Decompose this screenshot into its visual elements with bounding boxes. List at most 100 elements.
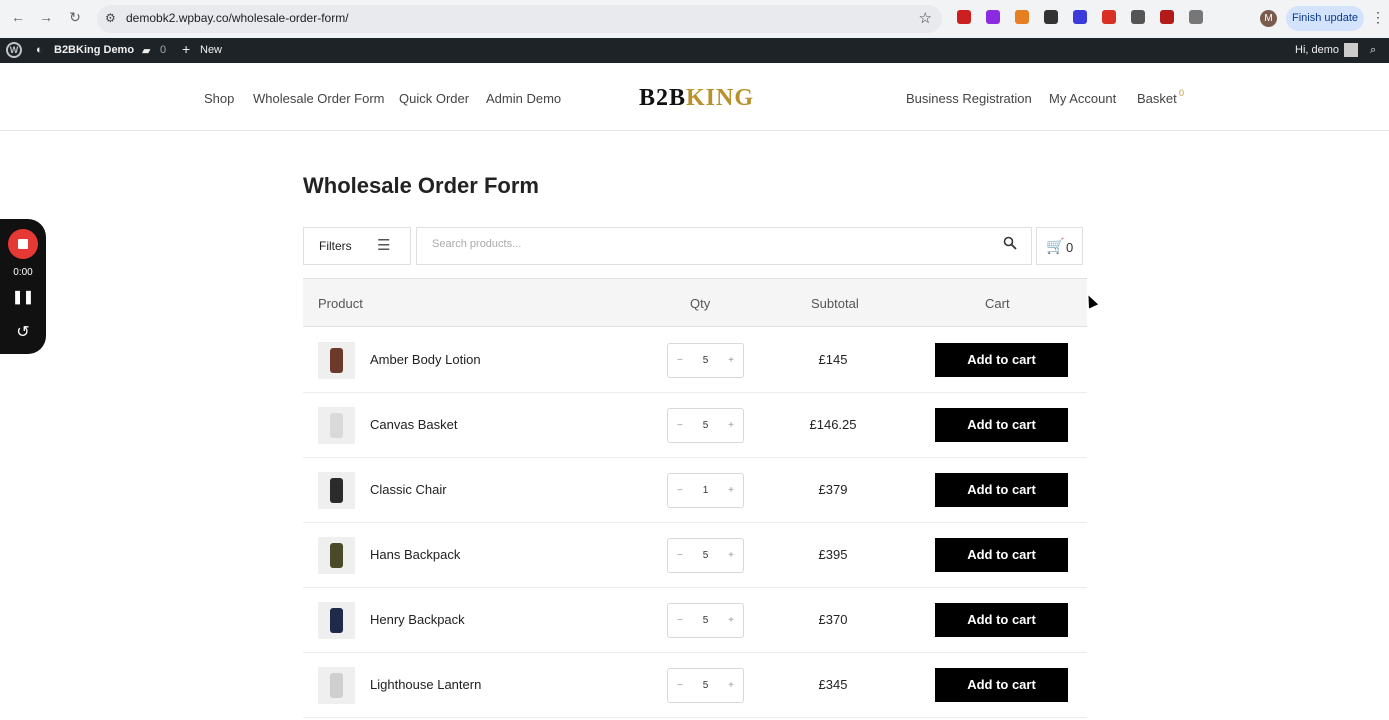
cart-icon: 🛒 [1046,238,1065,255]
reload-icon[interactable]: ↻ [65,9,85,26]
user-avatar[interactable] [1344,43,1358,57]
url-text[interactable]: demobk2.wpbay.co/wholesale-order-form/ [126,11,349,25]
product-thumbnail[interactable] [318,407,355,444]
nav-my-account[interactable]: My Account [1049,91,1116,106]
sliders-icon: ☰ [377,237,391,254]
crop-extension-icon[interactable] [1044,10,1058,24]
wp-admin-bar: W ◐ B2BKing Demo ▰ 0 + New Hi, demo ⌕ [0,38,1389,63]
pdf-extension-icon[interactable] [1160,10,1174,24]
qty-increase-button[interactable]: + [728,550,734,561]
bookmark-star-icon[interactable]: ☆ [919,9,932,27]
row-subtotal: £146.25 [809,417,857,432]
add-to-cart-button[interactable]: Add to cart [935,538,1068,572]
recording-timer: 0:00 [13,267,33,278]
qty-increase-button[interactable]: + [728,680,734,691]
sync-icon[interactable] [1232,10,1246,24]
add-to-cart-button[interactable]: Add to cart [935,668,1068,702]
row-subtotal: £395 [818,547,848,562]
header-subtotal: Subtotal [811,296,859,311]
profile-avatar[interactable]: M [1260,10,1277,27]
qty-increase-button[interactable]: + [728,615,734,626]
product-name[interactable]: Henry Backpack [370,612,465,627]
product-thumbnail[interactable] [318,667,355,704]
screen-recorder-widget: 0:00 ❚❚ ↺ [0,219,46,354]
product-name[interactable]: Classic Chair [370,482,447,497]
add-to-cart-button[interactable]: Add to cart [935,473,1068,507]
add-to-cart-button[interactable]: Add to cart [935,603,1068,637]
site-name-link[interactable]: B2BKing Demo [54,44,134,56]
site-logo[interactable]: B2BKING [639,85,754,112]
quantity-stepper[interactable]: −5 + [667,343,744,378]
header-product: Product [318,296,363,311]
product-name[interactable]: Amber Body Lotion [370,352,481,367]
table-header: Product Qty Subtotal Cart [303,278,1087,327]
table-row: Canvas Basket −5 + £146.25 Add to cart [303,393,1087,458]
quantity-stepper[interactable]: −5 + [667,603,744,638]
search-input[interactable] [432,238,972,250]
product-name[interactable]: Hans Backpack [370,547,460,562]
cookie-extension-icon[interactable] [1015,10,1029,24]
table-row: Henry Backpack −5 + £370 Add to cart [303,588,1087,653]
site-info-icon[interactable]: ⚙ [105,11,116,25]
quantity-stepper[interactable]: −5 + [667,408,744,443]
greeting-link[interactable]: Hi, demo [1295,44,1339,56]
header-qty: Qty [690,296,711,311]
product-name[interactable]: Canvas Basket [370,417,457,432]
row-subtotal: £379 [818,482,848,497]
qty-increase-button[interactable]: + [728,485,734,496]
site-header: Shop Wholesale Order Form Quick Order Ad… [0,63,1389,131]
logo-part-b2b: B2B [639,85,687,111]
qty-increase-button[interactable]: + [728,355,734,366]
finish-update-button[interactable]: Finish update [1286,6,1364,31]
puzzle-extensions-icon[interactable] [1189,10,1203,24]
pen-extension-icon[interactable] [986,10,1000,24]
opera-extension-icon[interactable] [957,10,971,24]
product-thumbnail[interactable] [318,537,355,574]
row-subtotal: £145 [818,352,848,367]
restart-icon[interactable]: ↺ [0,322,46,342]
add-to-cart-button[interactable]: Add to cart [935,343,1068,377]
product-name[interactable]: Lighthouse Lantern [370,677,481,692]
browser-menu-icon[interactable]: ⋮ [1371,9,1385,26]
filters-button[interactable]: Filters ☰ [303,227,411,265]
search-icon[interactable] [1003,236,1017,250]
camera-extension-icon[interactable] [1131,10,1145,24]
mini-cart-button[interactable]: 🛒 0 [1036,227,1083,265]
nav-basket[interactable]: Basket [1137,91,1177,106]
row-subtotal: £345 [818,677,848,692]
nav-wholesale-order-form[interactable]: Wholesale Order Form [253,91,384,106]
quantity-stepper[interactable]: −5 + [667,538,744,573]
comments-icon[interactable]: ▰ [142,44,150,57]
nav-admin-demo[interactable]: Admin Demo [486,91,561,106]
table-row: Classic Chair −1 + £379 Add to cart [303,458,1087,523]
nav-shop[interactable]: Shop [204,91,234,106]
header-cart: Cart [985,296,1010,311]
wordpress-logo-icon[interactable]: W [6,42,22,58]
admin-search-icon[interactable]: ⌕ [1370,44,1376,57]
dashboard-icon[interactable]: ◐ [36,44,43,56]
comments-count[interactable]: 0 [160,44,166,56]
nav-business-registration[interactable]: Business Registration [906,91,1032,106]
pause-icon[interactable]: ❚❚ [0,289,46,305]
product-search [416,227,1032,265]
table-row: Lighthouse Lantern −5 + £345 Add to cart [303,653,1087,718]
address-bar[interactable]: ⚙ demobk2.wpbay.co/wholesale-order-form/… [97,5,942,33]
product-thumbnail[interactable] [318,342,355,379]
plus-icon[interactable]: + [182,41,190,57]
quantity-stepper[interactable]: −1 + [667,473,744,508]
qty-increase-button[interactable]: + [728,420,734,431]
forward-icon[interactable]: → [36,9,56,25]
logo-part-king: KING [686,85,755,111]
browser-toolbar: ← → ↻ ⚙ demobk2.wpbay.co/wholesale-order… [0,0,1389,38]
chess-extension-icon[interactable] [1102,10,1116,24]
product-thumbnail[interactable] [318,602,355,639]
product-thumbnail[interactable] [318,472,355,509]
stop-recording-button[interactable] [8,229,38,259]
nav-quick-order[interactable]: Quick Order [399,91,469,106]
back-icon[interactable]: ← [8,9,28,25]
new-content-link[interactable]: New [200,44,222,56]
row-subtotal: £370 [818,612,848,627]
quantity-stepper[interactable]: −5 + [667,668,744,703]
gear-extension-icon[interactable] [1073,10,1087,24]
add-to-cart-button[interactable]: Add to cart [935,408,1068,442]
